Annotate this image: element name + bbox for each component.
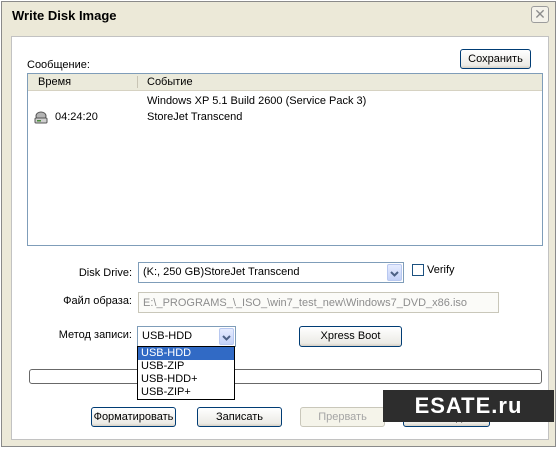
image-file-path: E:\_PROGRAMS_\_ISO_\win7_test_new\Window… bbox=[143, 297, 468, 309]
write-method-label: Метод записи: bbox=[58, 329, 132, 341]
column-time[interactable]: Время bbox=[38, 76, 71, 88]
dropdown-button[interactable] bbox=[219, 328, 234, 345]
format-button[interactable]: Форматировать bbox=[91, 407, 176, 427]
image-file-field[interactable]: E:\_PROGRAMS_\_ISO_\win7_test_new\Window… bbox=[138, 292, 499, 313]
verify-label: Verify bbox=[427, 264, 455, 276]
write-button[interactable]: Записать bbox=[197, 407, 282, 427]
close-button[interactable]: ✕ bbox=[531, 6, 549, 23]
watermark: ESATE.ru bbox=[383, 390, 554, 422]
log-event: Windows XP 5.1 Build 2600 (Service Pack … bbox=[147, 95, 367, 107]
chevron-down-icon bbox=[390, 271, 399, 277]
image-file-label: Файл образа: bbox=[63, 295, 132, 307]
log-time: 04:24:20 bbox=[55, 111, 98, 123]
disk-drive-icon bbox=[34, 111, 48, 124]
log-header: Время Событие bbox=[28, 74, 542, 91]
column-event[interactable]: Событие bbox=[147, 76, 193, 88]
dropdown-option[interactable]: USB-ZIP bbox=[138, 360, 234, 373]
title-bar: Write Disk Image ✕ bbox=[2, 2, 555, 28]
write-method-dropdown: USB-HDD USB-ZIP USB-HDD+ USB-ZIP+ bbox=[137, 346, 235, 400]
window-title: Write Disk Image bbox=[12, 8, 117, 23]
verify-checkbox[interactable] bbox=[412, 264, 424, 276]
log-list[interactable]: Время Событие Windows XP 5.1 Build 2600 … bbox=[27, 73, 543, 246]
dropdown-option[interactable]: USB-HDD+ bbox=[138, 373, 234, 386]
chevron-down-icon bbox=[222, 335, 231, 341]
log-label: Сообщение: bbox=[27, 59, 90, 71]
dropdown-option[interactable]: USB-HDD bbox=[138, 347, 234, 360]
close-icon: ✕ bbox=[534, 6, 546, 22]
dropdown-button[interactable] bbox=[387, 264, 402, 281]
abort-button[interactable]: Прервать bbox=[300, 407, 385, 427]
xpress-boot-button[interactable]: Xpress Boot bbox=[299, 326, 402, 347]
write-method-select[interactable]: USB-HDD bbox=[137, 326, 236, 347]
main-panel: Сообщение: Сохранить Время Событие Windo… bbox=[11, 36, 549, 440]
watermark-text: ESATE.ru bbox=[414, 393, 523, 418]
write-method-value: USB-HDD bbox=[142, 330, 193, 342]
save-log-button[interactable]: Сохранить bbox=[460, 49, 531, 69]
write-disk-image-dialog: Write Disk Image ✕ Сообщение: Сохранить … bbox=[1, 1, 556, 447]
disk-drive-select[interactable]: (K:, 250 GB)StoreJet Transcend bbox=[138, 262, 404, 283]
progress-bar bbox=[29, 369, 542, 384]
column-separator[interactable] bbox=[137, 76, 138, 88]
dropdown-option[interactable]: USB-ZIP+ bbox=[138, 386, 234, 399]
disk-drive-value: (K:, 250 GB)StoreJet Transcend bbox=[143, 266, 300, 278]
log-event: StoreJet Transcend bbox=[147, 111, 243, 123]
disk-drive-label: Disk Drive: bbox=[78, 267, 132, 279]
